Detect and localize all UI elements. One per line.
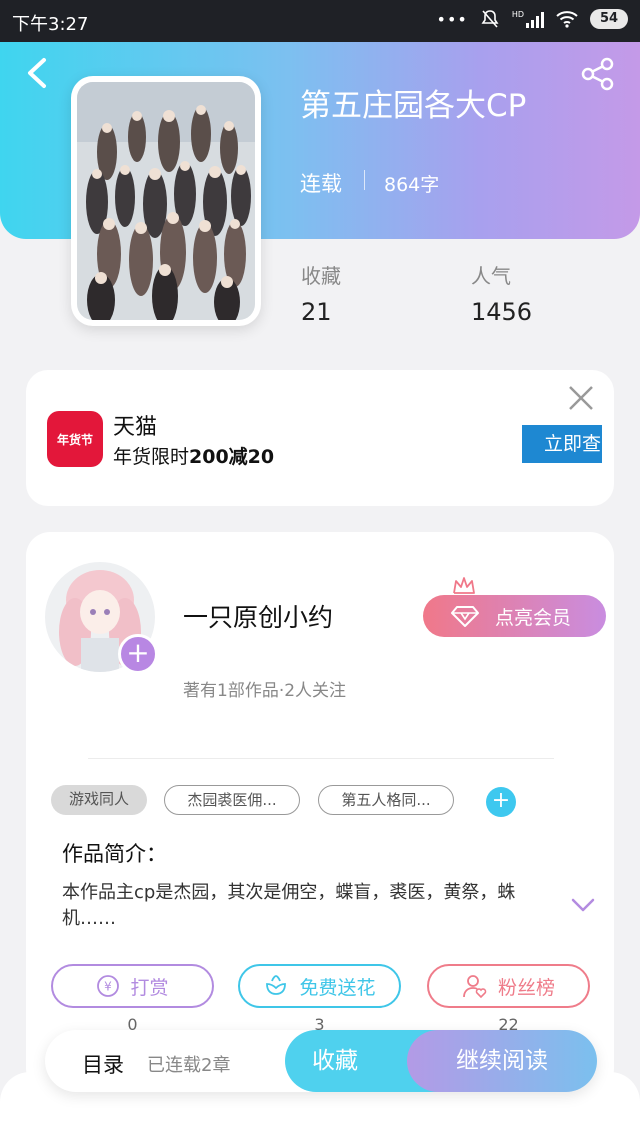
ad-desc-prefix: 年货限时 (113, 446, 190, 468)
svg-text:¥: ¥ (105, 980, 113, 994)
flower-icon (266, 975, 287, 995)
author-meta: 著有1部作品·2人关注 (183, 681, 347, 701)
favorites-label: 收藏 (301, 264, 341, 288)
back-arrow-icon[interactable] (22, 56, 52, 90)
status-bar: 下午3:27 ••• HD 54 (0, 0, 640, 42)
intro-title: 作品简介： (62, 842, 167, 866)
book-cover[interactable] (71, 76, 261, 326)
hd-label: HD (511, 10, 524, 19)
favorites-value: 21 (301, 298, 332, 326)
ad-title: 天猫 (113, 415, 158, 440)
close-icon[interactable] (567, 384, 595, 412)
tmall-logo: 年货节 (47, 411, 103, 467)
signal-icon: HD (512, 10, 544, 28)
ad-desc-highlight: 200减20 (189, 446, 275, 468)
divider (88, 758, 554, 759)
reward-label: 打赏 (130, 976, 169, 999)
more-dots-icon: ••• (436, 9, 468, 29)
diamond-icon (451, 606, 479, 627)
chevron-down-icon[interactable] (570, 895, 596, 915)
mute-bell-icon (481, 10, 499, 28)
chapters-count[interactable]: 已连载2章 (147, 1051, 230, 1077)
add-tag-button[interactable]: + (486, 787, 516, 817)
tag-game-fanfic[interactable]: 游戏同人 (51, 785, 147, 815)
intro-text: 本作品主cp是杰园，其次是佣空，蝶盲，裘医，黄祭，蛛机…… (62, 882, 516, 929)
crown-icon (453, 577, 475, 594)
battery-indicator: 54 (590, 9, 628, 29)
book-status: 连载 (300, 172, 342, 196)
book-cover-image (77, 82, 255, 320)
status-icons: ••• HD 54 (436, 9, 628, 29)
ad-logo-text: 年货节 (56, 432, 93, 447)
wifi-icon (556, 11, 578, 28)
tag-identity-v[interactable]: 第五人格同... (318, 785, 454, 815)
tag-cp-pairing[interactable]: 杰园裘医佣... (164, 785, 300, 815)
send-flower-button[interactable]: 免费送花 (238, 964, 401, 1008)
status-separator (364, 170, 365, 190)
send-flower-label: 免费送花 (299, 976, 376, 999)
book-title: 第五庄园各大CP (300, 88, 527, 124)
activate-vip-button[interactable]: 点亮会员 (423, 595, 606, 637)
fan-ranking-label: 粉丝榜 (497, 976, 555, 999)
continue-reading-button[interactable]: 继续阅读 (407, 1030, 597, 1092)
reward-button[interactable]: ¥ 打赏 (51, 964, 214, 1008)
ad-description: 年货限时200减20 (113, 442, 274, 469)
status-time: 下午3:27 (12, 14, 89, 35)
table-of-contents-link[interactable]: 目录 (82, 1049, 124, 1079)
coin-icon: ¥ (97, 975, 120, 997)
fans-icon (463, 975, 487, 999)
ad-action-button[interactable]: 立即查 (522, 425, 602, 463)
popularity-value: 1456 (471, 298, 533, 326)
vip-button-label: 点亮会员 (495, 606, 572, 629)
fan-ranking-button[interactable]: 粉丝榜 (427, 964, 590, 1008)
share-icon[interactable] (580, 56, 616, 92)
book-word-count: 864字 (384, 174, 440, 196)
follow-author-button[interactable]: + (118, 634, 158, 674)
popularity-label: 人气 (471, 264, 511, 288)
author-name[interactable]: 一只原创小约 (183, 598, 333, 634)
